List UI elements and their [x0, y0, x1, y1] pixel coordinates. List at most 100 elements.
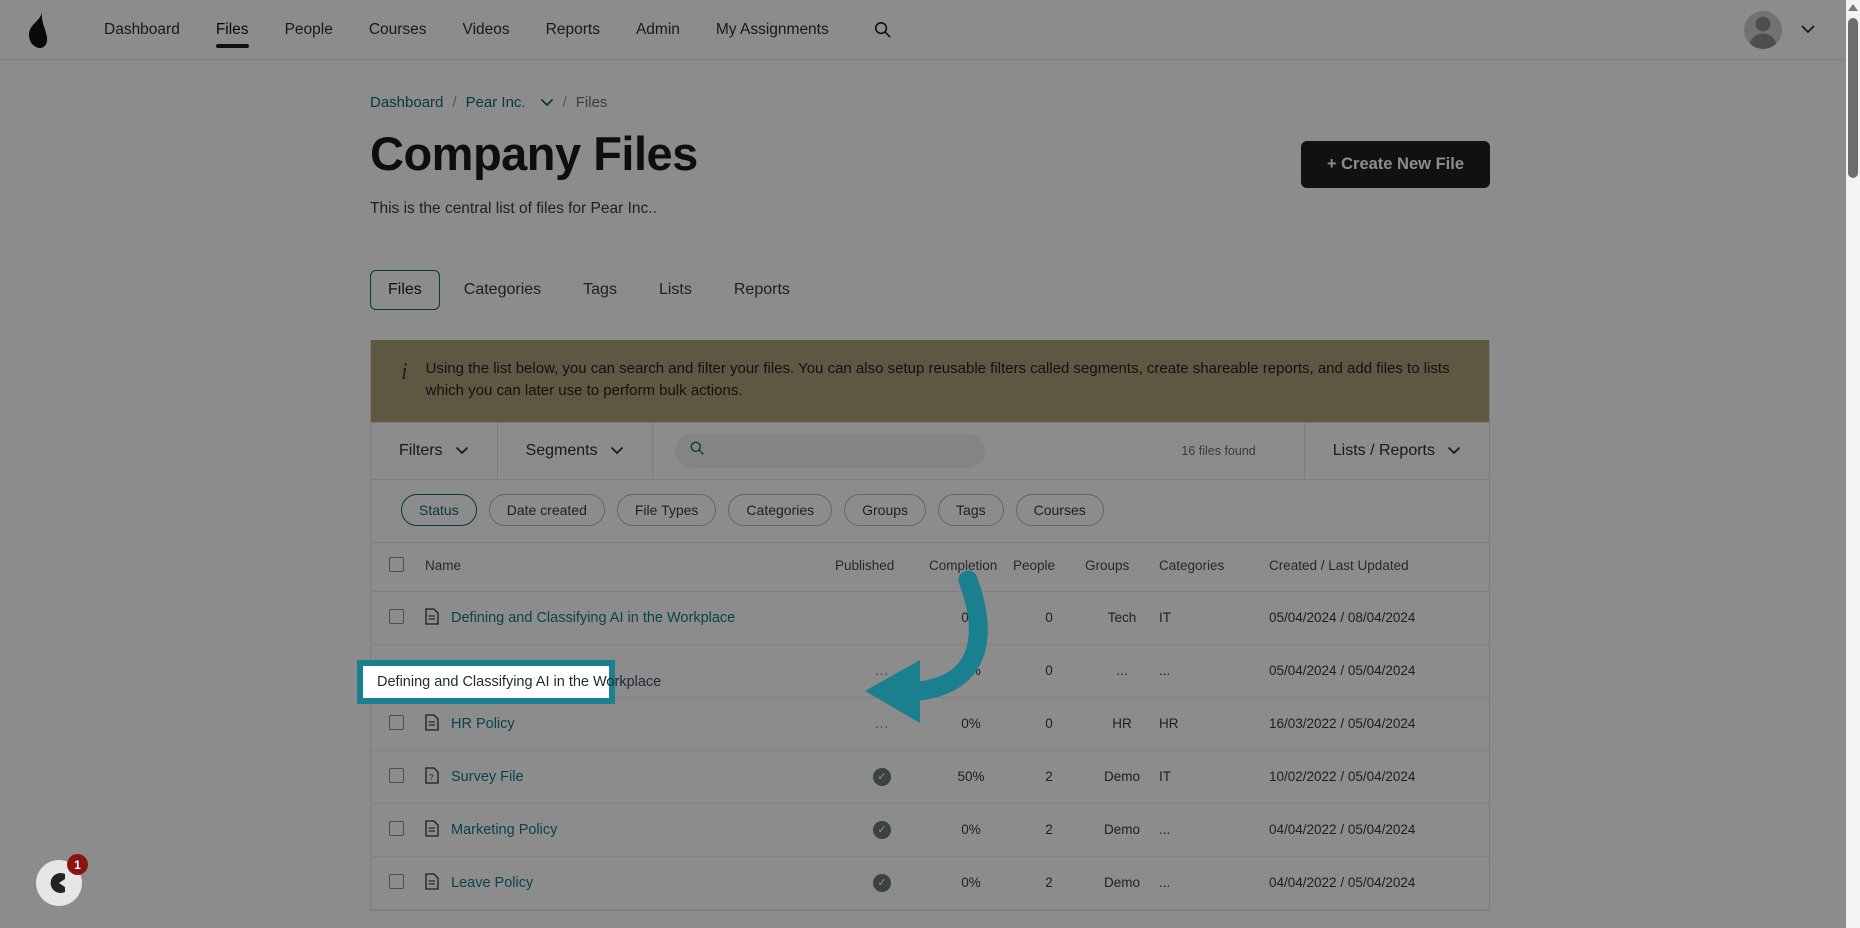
tab-tags[interactable]: Tags	[565, 270, 635, 310]
table-row[interactable]: Leave Policy ✓ 0% 2 Demo ... 04/04/2022 …	[371, 856, 1489, 910]
scroll-up-arrow-icon[interactable]	[1848, 4, 1858, 11]
chevron-down-icon[interactable]	[1800, 21, 1816, 39]
header-groups[interactable]: Groups	[1085, 541, 1159, 592]
search-input[interactable]	[714, 442, 971, 459]
row-published-cell: ✓	[835, 750, 929, 804]
row-completion-cell: 0%	[929, 856, 1013, 910]
nav-link-my-assignments[interactable]: My Assignments	[698, 2, 847, 58]
search-icon[interactable]	[867, 14, 898, 45]
row-name-cell: Leave Policy	[425, 856, 835, 910]
filter-chip-tags[interactable]: Tags	[938, 493, 1004, 526]
nav-user-area	[1744, 10, 1860, 49]
chevron-down-icon[interactable]	[540, 94, 554, 111]
nav-link-reports[interactable]: Reports	[528, 2, 618, 58]
table-row[interactable]: Marketing Policy ✓ 0% 2 Demo ... 04/04/2…	[371, 803, 1489, 857]
filter-chip-status[interactable]: Status	[401, 493, 477, 526]
filter-chip-categories[interactable]: Categories	[728, 493, 833, 526]
files-found-count: 16 files found	[1181, 443, 1256, 458]
nav-link-videos[interactable]: Videos	[445, 2, 528, 58]
nav-link-dashboard[interactable]: Dashboard	[86, 2, 198, 58]
breadcrumb-separator-2: /	[562, 94, 567, 111]
filters-label: Filters	[399, 441, 443, 459]
file-name-link[interactable]: HR Policy	[451, 716, 515, 732]
row-checkbox-cell	[371, 803, 425, 857]
page-scrollbar[interactable]	[1846, 0, 1860, 928]
chevron-down-icon	[610, 442, 624, 460]
create-new-file-button[interactable]: + Create New File	[1300, 141, 1490, 188]
row-checkbox[interactable]	[389, 767, 404, 783]
row-categories-cell: ...	[1159, 644, 1269, 698]
content-container: Dashboard / Pear Inc. / Files Company Fi…	[370, 94, 1490, 911]
row-checkbox[interactable]	[389, 661, 404, 677]
file-name-link[interactable]: Survey File	[451, 769, 524, 785]
nav-link-people[interactable]: People	[267, 2, 351, 58]
select-all-header	[371, 541, 425, 592]
search-area: 16 files found	[653, 423, 1304, 479]
document-file-icon	[425, 714, 439, 734]
header-published[interactable]: Published	[835, 541, 929, 592]
row-groups-cell: Demo	[1085, 856, 1159, 910]
header-created-last-updated[interactable]: Created / Last Updated	[1269, 541, 1489, 592]
search-box[interactable]	[674, 433, 985, 468]
scroll-thumb[interactable]	[1848, 18, 1858, 178]
table-row[interactable]: HR Policy ... 0% 0 HR HR 16/03/2022 / 05…	[371, 697, 1489, 751]
nav-link-courses[interactable]: Courses	[351, 2, 445, 58]
page-header: Company Files This is the central list o…	[370, 129, 1490, 218]
row-groups-cell: HR	[1085, 697, 1159, 751]
tab-categories[interactable]: Categories	[446, 270, 559, 310]
filter-chip-date-created[interactable]: Date created	[488, 493, 605, 526]
row-completion-cell: 0%	[929, 644, 1013, 698]
row-categories-cell: ...	[1159, 803, 1269, 857]
table-row[interactable]: ? Survey File ✓ 50% 2 Demo IT 10/02/2022…	[371, 750, 1489, 804]
leaf-logo-icon[interactable]	[18, 8, 58, 52]
row-checkbox[interactable]	[389, 608, 404, 624]
header-categories[interactable]: Categories	[1159, 541, 1269, 592]
top-navigation-bar: Dashboard Files People Courses Videos Re…	[0, 0, 1860, 60]
table-row[interactable]: Defining and Classifying AI in the Workp…	[371, 591, 1489, 645]
row-categories-cell: ...	[1159, 856, 1269, 910]
filter-chip-groups[interactable]: Groups	[844, 493, 927, 526]
chat-widget-icon[interactable]: 1	[36, 854, 88, 906]
row-published-cell: ...	[835, 644, 929, 698]
row-people-cell: 0	[1013, 697, 1085, 751]
breadcrumb-separator: /	[452, 94, 457, 111]
chevron-down-icon	[455, 442, 469, 460]
lists-reports-dropdown[interactable]: Lists / Reports	[1303, 422, 1489, 479]
row-people-cell: 0	[1013, 644, 1085, 698]
row-checkbox[interactable]	[389, 714, 404, 730]
header-completion[interactable]: Completion	[929, 541, 1013, 592]
row-checkbox-cell	[371, 644, 425, 698]
segments-dropdown[interactable]: Segments	[498, 422, 653, 479]
nav-link-admin[interactable]: Admin	[618, 2, 698, 58]
row-completion-cell: 0%	[929, 803, 1013, 857]
nav-link-files[interactable]: Files	[198, 2, 267, 58]
user-avatar-icon[interactable]	[1744, 10, 1782, 49]
table-row[interactable]: Video File ... 0% 0 ... ... 05/04/2024 /…	[371, 644, 1489, 698]
row-checkbox[interactable]	[389, 873, 404, 889]
row-checkbox[interactable]	[389, 820, 404, 836]
files-table-body: Defining and Classifying AI in the Workp…	[371, 591, 1489, 910]
filter-chip-courses[interactable]: Courses	[1015, 493, 1104, 526]
table-header-row: Name Published Completion People Groups …	[371, 541, 1489, 592]
file-name-link[interactable]: Leave Policy	[451, 875, 533, 891]
app-root: Dashboard Files People Courses Videos Re…	[0, 0, 1860, 928]
filter-chip-row: Status Date created File Types Categorie…	[371, 478, 1489, 542]
header-people[interactable]: People	[1013, 541, 1085, 592]
file-name-link[interactable]: Defining and Classifying AI in the Workp…	[451, 610, 735, 626]
filter-chip-file-types[interactable]: File Types	[616, 493, 717, 526]
file-name-link[interactable]: Marketing Policy	[451, 822, 557, 838]
filters-dropdown[interactable]: Filters	[371, 422, 498, 479]
row-created-cell: 10/02/2022 / 05/04/2024	[1269, 750, 1489, 804]
file-name-link[interactable]: Video File	[451, 663, 515, 679]
breadcrumb-dashboard[interactable]: Dashboard	[370, 94, 443, 111]
page-body: Dashboard / Pear Inc. / Files Company Fi…	[0, 60, 1860, 911]
tab-files[interactable]: Files	[370, 270, 440, 311]
row-name-cell: Marketing Policy	[425, 803, 835, 857]
tab-lists[interactable]: Lists	[641, 270, 710, 310]
tab-reports[interactable]: Reports	[716, 270, 808, 310]
breadcrumb-org[interactable]: Pear Inc.	[466, 94, 526, 111]
header-name[interactable]: Name	[425, 541, 835, 592]
row-people-cell: 2	[1013, 803, 1085, 857]
page-title: Company Files	[370, 127, 698, 180]
select-all-checkbox[interactable]	[389, 556, 404, 572]
